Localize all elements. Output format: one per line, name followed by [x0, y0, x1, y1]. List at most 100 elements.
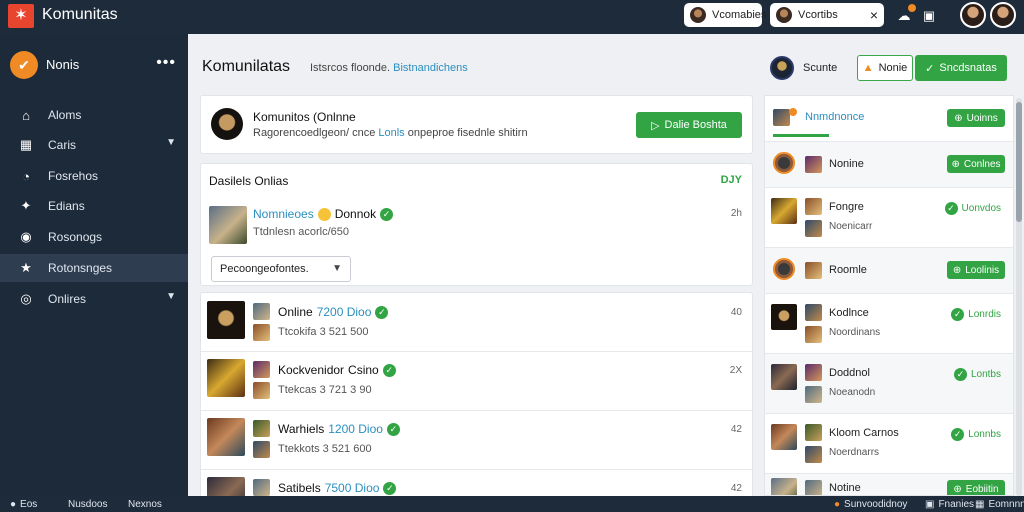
nonie-button[interactable]: ▲ Nonie: [857, 55, 913, 81]
globe-icon: ◎: [20, 291, 32, 306]
game-thumbnail[interactable]: [207, 359, 245, 397]
user-icon: ⊕: [954, 112, 963, 124]
notifications-icon[interactable]: ☁: [895, 4, 916, 25]
right-panel-status[interactable]: ✓ Lontbs: [953, 368, 1001, 381]
list-item-time: 40: [730, 307, 742, 318]
home-icon: ⌂: [22, 107, 30, 123]
row-divider: [201, 469, 753, 470]
game-thumbnail[interactable]: [207, 418, 245, 456]
bottom-item-3[interactable]: Nexnos: [128, 499, 162, 510]
user-avatar[interactable]: [990, 2, 1016, 28]
game-thumbnail[interactable]: [209, 206, 247, 244]
bottom-item-1[interactable]: ● Eos: [10, 499, 37, 510]
right-panel-row[interactable]: Kloom Carnos Noerdnarrs ✓ Lonnbs: [765, 414, 1013, 474]
subtitle-text: Istsrcos floonde.: [310, 62, 391, 74]
join-button[interactable]: ▷ Dalie Boshta: [636, 112, 742, 138]
sidebar-item-fosrehos[interactable]: ◔ Fosrehos: [0, 162, 188, 190]
section-tag[interactable]: DJY: [721, 174, 742, 186]
right-panel-row[interactable]: Notine ⊕ Eobiitin: [765, 474, 1013, 495]
right-panel-action-label: Conlnes: [963, 158, 1001, 170]
list-item-title: Satibels: [278, 481, 321, 495]
right-panel-name: Nonine: [829, 158, 864, 170]
list-item-sub: Ttcokifa 3 521 500: [278, 326, 369, 338]
list-item-highlight[interactable]: 7500 Dioo: [325, 481, 380, 495]
game-thumbnail: [771, 304, 797, 330]
sidebar-item-label: Rotonsnges: [48, 261, 113, 275]
app-logo-icon[interactable]: ✶: [8, 4, 34, 28]
mini-thumbnail: [805, 262, 822, 279]
mini-thumbnail: [253, 324, 270, 341]
user-avatar[interactable]: [770, 56, 794, 80]
sidebar-item-onlires[interactable]: ◎ Onlires ▼: [0, 285, 188, 313]
description-text: Ragorencoedlgeon/ cnce: [253, 127, 376, 139]
bottom-item-2[interactable]: Nusdoos: [68, 499, 107, 510]
right-panel-action-button[interactable]: ⊕ Eobiitin: [947, 480, 1005, 495]
scrollbar[interactable]: [1016, 98, 1022, 496]
camera-icon[interactable]: ▣: [920, 7, 938, 25]
filter-dropdown[interactable]: Pecoongeofontes. ▼: [211, 256, 351, 282]
description-tail: onpeproe fisednle shitirn: [407, 127, 528, 139]
bottom-item-4[interactable]: ● Sunvoodidnoy: [834, 499, 907, 510]
bottom-item-6[interactable]: ▦ Eomnnnm: [975, 499, 1024, 510]
chevron-down-icon: ▼: [332, 263, 342, 274]
right-panel-name: Fongre: [829, 201, 864, 213]
right-panel-action-button[interactable]: ⊕ Uoinns: [947, 109, 1005, 127]
featured-entry-link[interactable]: Nomnieoes: [253, 207, 314, 221]
sidebar-item-aloms[interactable]: ⌂ Aloms: [0, 101, 188, 129]
subtitle-link[interactable]: Bistnandichens: [393, 62, 468, 74]
user-name[interactable]: Scunte: [803, 62, 837, 74]
list-item-name[interactable]: Warhiels 1200 Dioo ✓: [278, 422, 400, 436]
avatar[interactable]: [960, 2, 986, 28]
right-panel-row[interactable]: Roomle ⊕ Loolinis: [765, 248, 1013, 294]
right-panel-sub: Noordinans: [829, 327, 881, 338]
window-icon: ▣: [925, 499, 935, 510]
right-panel-name: Kloom Carnos: [829, 427, 899, 439]
game-thumbnail: [771, 364, 797, 390]
chat-icon: ◔: [22, 168, 30, 184]
chevron-down-icon: ▼: [166, 137, 176, 148]
list-item-highlight[interactable]: Csino: [348, 363, 379, 377]
list-item-name[interactable]: Satibels 7500 Dioo ✓: [278, 481, 397, 495]
game-thumbnail[interactable]: [207, 301, 245, 339]
profile-card: Komunitos (Onlnne Ragorencoedlgeon/ cnce…: [200, 95, 753, 154]
bottom-item-5[interactable]: ▣ Fnanies: [925, 499, 974, 510]
right-panel-row[interactable]: Kodlnce Noordinans ✓ Lonrdis: [765, 294, 1013, 354]
community-avatar[interactable]: [211, 108, 243, 140]
scrollbar-thumb[interactable]: [1016, 102, 1022, 222]
right-panel-row[interactable]: Nnmdnonce ⊕ Uoinns: [765, 96, 1013, 142]
right-panel-action-button[interactable]: ⊕ Loolinis: [947, 261, 1005, 279]
right-panel-row[interactable]: Doddnol Noeanodn ✓ Lontbs: [765, 354, 1013, 414]
primary-action-button[interactable]: ✓ Sncdsnatas: [915, 55, 1007, 81]
sidebar-item-rosonogs[interactable]: ◉ Rosonogs: [0, 223, 188, 251]
right-panel-status[interactable]: ✓ Lonrdis: [951, 308, 1001, 321]
sidebar-item-caris[interactable]: ▦ Caris ▼: [0, 131, 188, 159]
top-bar: ✶ Komunitas Vcomabies Vcortibs × ☁ ▣: [0, 0, 1024, 34]
right-panel-row[interactable]: Fongre Noenicarr ✓ Uonvdos: [765, 188, 1013, 248]
right-panel-name: Doddnol: [829, 367, 870, 379]
avatar-icon: [690, 7, 706, 23]
right-panel-status[interactable]: ✓ Uonvdos: [944, 202, 1001, 215]
more-icon[interactable]: •••: [156, 54, 176, 72]
close-icon[interactable]: ×: [870, 7, 878, 23]
tab-pill-2[interactable]: Vcortibs ×: [770, 3, 884, 27]
bottom-item-label: Nusdoos: [68, 499, 108, 510]
description-link[interactable]: Lonls: [378, 127, 404, 139]
mini-thumbnail: [805, 480, 822, 495]
list-item-name[interactable]: Online 7200 Dioo ✓: [278, 305, 389, 319]
featured-entry-name[interactable]: Nomnieoes Donnok ✓: [253, 207, 394, 221]
list-item-highlight[interactable]: 1200 Dioo: [328, 422, 383, 436]
right-panel-status[interactable]: ✓ Lonnbs: [951, 428, 1001, 441]
app-title: Komunitas: [42, 6, 118, 23]
sidebar-header[interactable]: ✔ Nonis •••: [10, 50, 180, 80]
right-panel-row[interactable]: Nonine ⊕ Conlnes: [765, 142, 1013, 188]
list-item-name[interactable]: Kockvenidor Csino ✓: [278, 363, 396, 377]
sidebar-item-edians[interactable]: ✦ Edians: [0, 192, 188, 220]
tab-pill-1[interactable]: Vcomabies: [684, 3, 766, 27]
primary-action-label: Sncdsnatas: [939, 62, 997, 74]
orange-circle-icon: ✔: [10, 51, 38, 79]
right-panel-action-button[interactable]: ⊕ Conlnes: [947, 155, 1005, 173]
verified-check-icon: ✓: [386, 422, 400, 436]
mini-thumbnail: [805, 386, 822, 403]
sidebar-item-rotonsnges[interactable]: ★ Rotonsnges: [0, 254, 188, 282]
list-item-highlight[interactable]: 7200 Dioo: [317, 305, 372, 319]
